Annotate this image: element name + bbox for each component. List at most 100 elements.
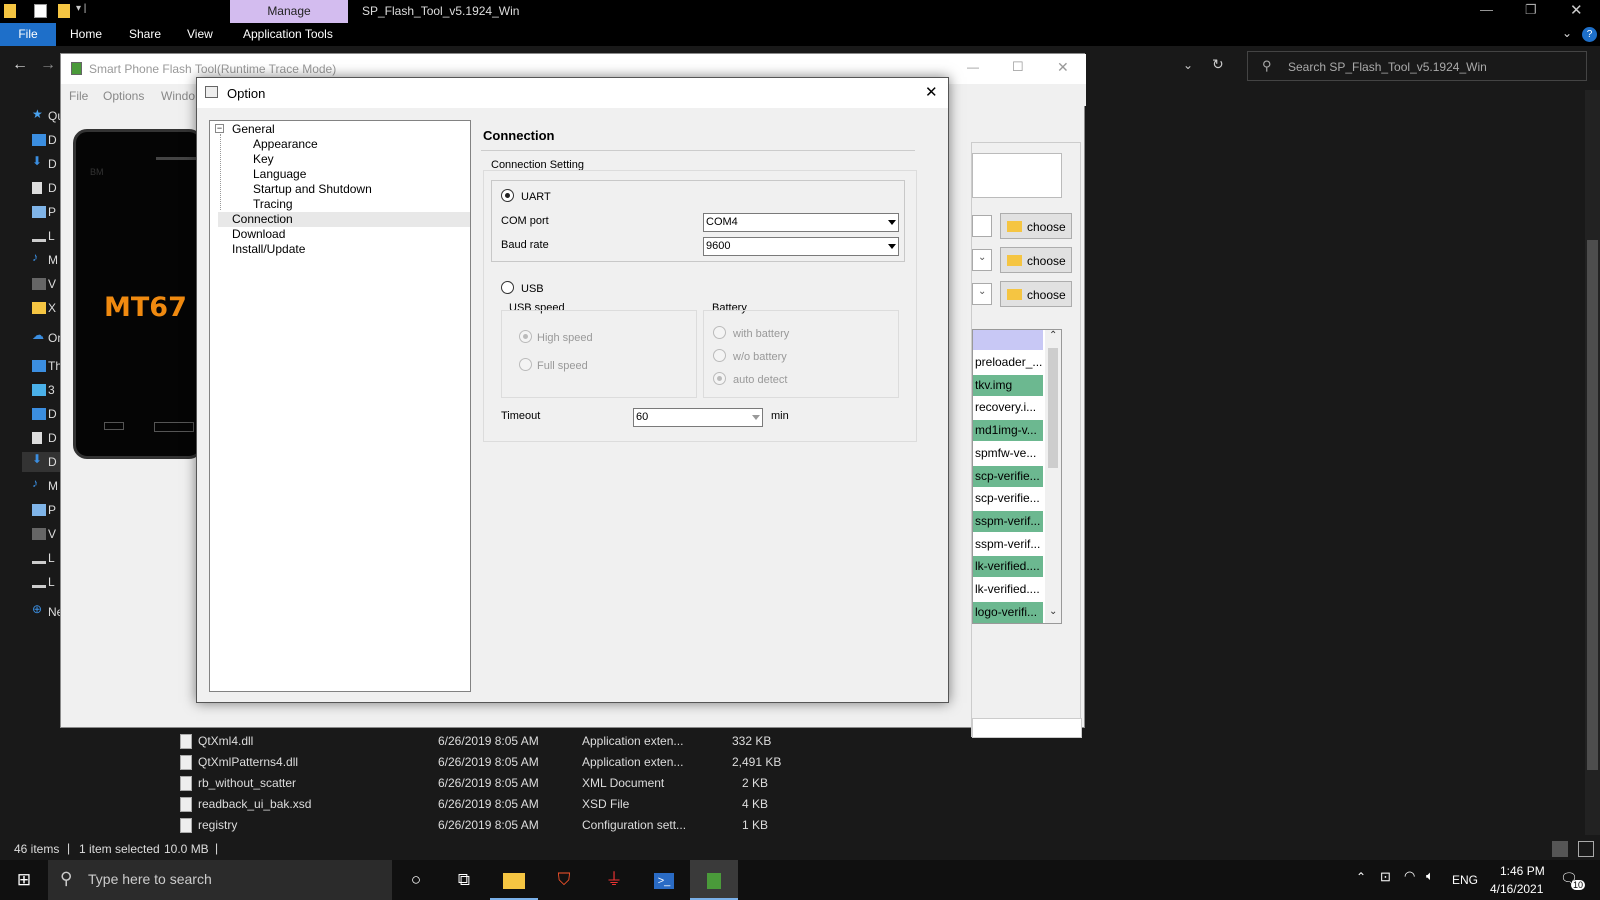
collapse-icon[interactable]: −	[215, 124, 224, 133]
clock-time[interactable]: 1:46 PM	[1500, 864, 1545, 878]
tree-item-install-update[interactable]: Install/Update	[232, 242, 305, 257]
full-speed-radio[interactable]	[519, 358, 532, 371]
minimize-icon[interactable]: —	[967, 60, 979, 74]
partition-row[interactable]: scp-verifie...	[973, 465, 1043, 487]
with-battery-radio[interactable]	[713, 326, 726, 339]
nav-item[interactable]: ♪ M	[22, 250, 62, 270]
usb-radio[interactable]	[501, 281, 514, 294]
baud-rate-select[interactable]: 9600	[703, 237, 899, 256]
nav-item[interactable]: X	[22, 298, 62, 318]
partition-row[interactable]: preloader_...	[973, 352, 1043, 373]
chevron-down-icon[interactable]: ⌄	[1562, 26, 1572, 40]
nav-item[interactable]: D	[22, 428, 62, 448]
tab-view[interactable]: View	[187, 23, 213, 46]
new-folder-icon[interactable]	[58, 4, 70, 18]
windows-start-icon[interactable]: ⊞	[0, 860, 48, 900]
maximize-icon[interactable]: ☐	[1012, 59, 1024, 75]
taskbar-search[interactable]: ⚲ Type here to search	[48, 860, 392, 900]
scrollbar-thumb[interactable]	[1587, 240, 1598, 770]
tree-item-key[interactable]: Key	[253, 152, 274, 167]
details-view-icon[interactable]	[1552, 841, 1568, 857]
explorer-scrollbar[interactable]	[1585, 90, 1600, 835]
nav-item[interactable]: L	[22, 226, 62, 246]
back-arrow-icon[interactable]: ←	[12, 56, 28, 74]
nav-item[interactable]: ★ Qu	[22, 106, 64, 126]
wo-battery-radio[interactable]	[713, 349, 726, 362]
properties-icon[interactable]	[34, 4, 47, 18]
customize-toolbar-icon[interactable]: ▾ |	[76, 3, 86, 14]
nav-item[interactable]: P	[22, 500, 62, 520]
close-icon[interactable]: ✕	[925, 83, 938, 101]
usb-tool-icon[interactable]: ⏚	[590, 860, 638, 900]
file-row[interactable]: readback_ui_bak.xsd 6/26/2019 8:05 AM XS…	[180, 794, 780, 814]
partition-row[interactable]: scp-verifie...	[973, 488, 1043, 509]
nav-item-network[interactable]: ⊕ Ne	[22, 602, 63, 622]
partition-row[interactable]: lk-verified....	[973, 556, 1043, 578]
nav-item[interactable]: L	[22, 572, 62, 592]
close-icon[interactable]: ✕	[1570, 1, 1583, 19]
help-icon[interactable]: ?	[1582, 27, 1597, 42]
manage-context-tab[interactable]: Manage	[230, 0, 348, 23]
restore-icon[interactable]: ❐	[1525, 2, 1537, 18]
language-indicator[interactable]: ENG	[1452, 873, 1478, 887]
powershell-icon[interactable]: >_	[640, 860, 688, 900]
tree-item-language[interactable]: Language	[253, 167, 306, 182]
file-row[interactable]: QtXmlPatterns4.dll 6/26/2019 8:05 AM App…	[180, 752, 781, 772]
search-box[interactable]: ⚲ Search SP_Flash_Tool_v5.1924_Win	[1247, 51, 1587, 81]
partition-row[interactable]: recovery.i...	[973, 397, 1043, 418]
scatter-dropdown[interactable]: ⌄	[972, 249, 992, 271]
dropdown-icon[interactable]: ⌄	[1183, 58, 1193, 72]
partition-row[interactable]: md1img-v...	[973, 420, 1043, 442]
menu-window[interactable]: Windo	[161, 89, 195, 103]
com-port-select[interactable]: COM4	[703, 213, 899, 232]
clock-date[interactable]: 4/16/2021	[1490, 882, 1543, 896]
nav-item[interactable]: 3	[22, 380, 62, 400]
file-explorer-icon[interactable]	[490, 860, 538, 900]
nav-item[interactable]: D	[22, 130, 62, 150]
table-scrollbar[interactable]: ⌃ ⌄	[1045, 330, 1061, 623]
file-row[interactable]: rb_without_scatter 6/26/2019 8:05 AM XML…	[180, 773, 780, 793]
nav-item[interactable]: L	[22, 548, 62, 568]
nav-item-onedrive[interactable]: ☁ On	[22, 328, 64, 348]
refresh-icon[interactable]: ↻	[1212, 56, 1224, 73]
tree-item-general[interactable]: General	[232, 122, 275, 137]
partition-row[interactable]: tkv.img	[973, 374, 1043, 396]
nav-item[interactable]: D	[22, 404, 62, 424]
file-row[interactable]: QtXml4.dll 6/26/2019 8:05 AM Application…	[180, 731, 780, 751]
file-row[interactable]: registry 6/26/2019 8:05 AM Configuration…	[180, 815, 780, 835]
brave-browser-icon[interactable]: ⛉	[540, 860, 588, 900]
tree-item-tracing[interactable]: Tracing	[253, 197, 293, 212]
partition-row[interactable]: logo-verifi...	[973, 601, 1043, 623]
nav-item[interactable]: ♪ M	[22, 476, 62, 496]
forward-arrow-icon[interactable]: →	[40, 56, 56, 74]
partition-row[interactable]: lk-verified....	[973, 579, 1043, 600]
auto-detect-radio[interactable]	[713, 372, 726, 385]
choose-da-button[interactable]: choose	[1000, 213, 1072, 239]
choose-scatter-button[interactable]: choose	[1000, 247, 1072, 273]
tree-item-download[interactable]: Download	[232, 227, 285, 242]
tab-share[interactable]: Share	[129, 23, 161, 46]
path-field[interactable]	[972, 215, 992, 237]
tab-file[interactable]: File	[0, 23, 56, 46]
high-speed-radio[interactable]	[519, 330, 532, 343]
nav-item[interactable]: ⬇ D	[22, 154, 62, 174]
cortana-icon[interactable]: ○	[392, 860, 440, 900]
scroll-down-icon[interactable]: ⌄	[1049, 606, 1057, 617]
device-icon[interactable]: ⊡	[1380, 869, 1391, 885]
minimize-icon[interactable]: —	[1480, 2, 1493, 17]
tree-item-connection[interactable]: Connection	[232, 212, 293, 227]
tree-item-startup-shutdown[interactable]: Startup and Shutdown	[253, 182, 372, 197]
uart-radio[interactable]	[501, 189, 514, 202]
task-view-icon[interactable]: ⧉	[440, 860, 488, 900]
scroll-up-icon[interactable]: ⌃	[1049, 330, 1057, 341]
flash-tool-taskbar-icon[interactable]	[690, 860, 738, 900]
tab-application-tools[interactable]: Application Tools	[243, 23, 333, 46]
partition-row[interactable]: spmfw-ve...	[973, 443, 1043, 464]
menu-file[interactable]: File	[69, 89, 88, 103]
nav-item[interactable]: V	[22, 524, 62, 544]
large-icons-view-icon[interactable]	[1578, 841, 1594, 857]
volume-icon[interactable]: 🔈︎	[1426, 868, 1434, 884]
scrollbar-thumb[interactable]	[1048, 348, 1058, 468]
nav-item-this-pc[interactable]: Thi	[22, 356, 65, 376]
partition-row[interactable]: sspm-verif...	[973, 510, 1043, 532]
